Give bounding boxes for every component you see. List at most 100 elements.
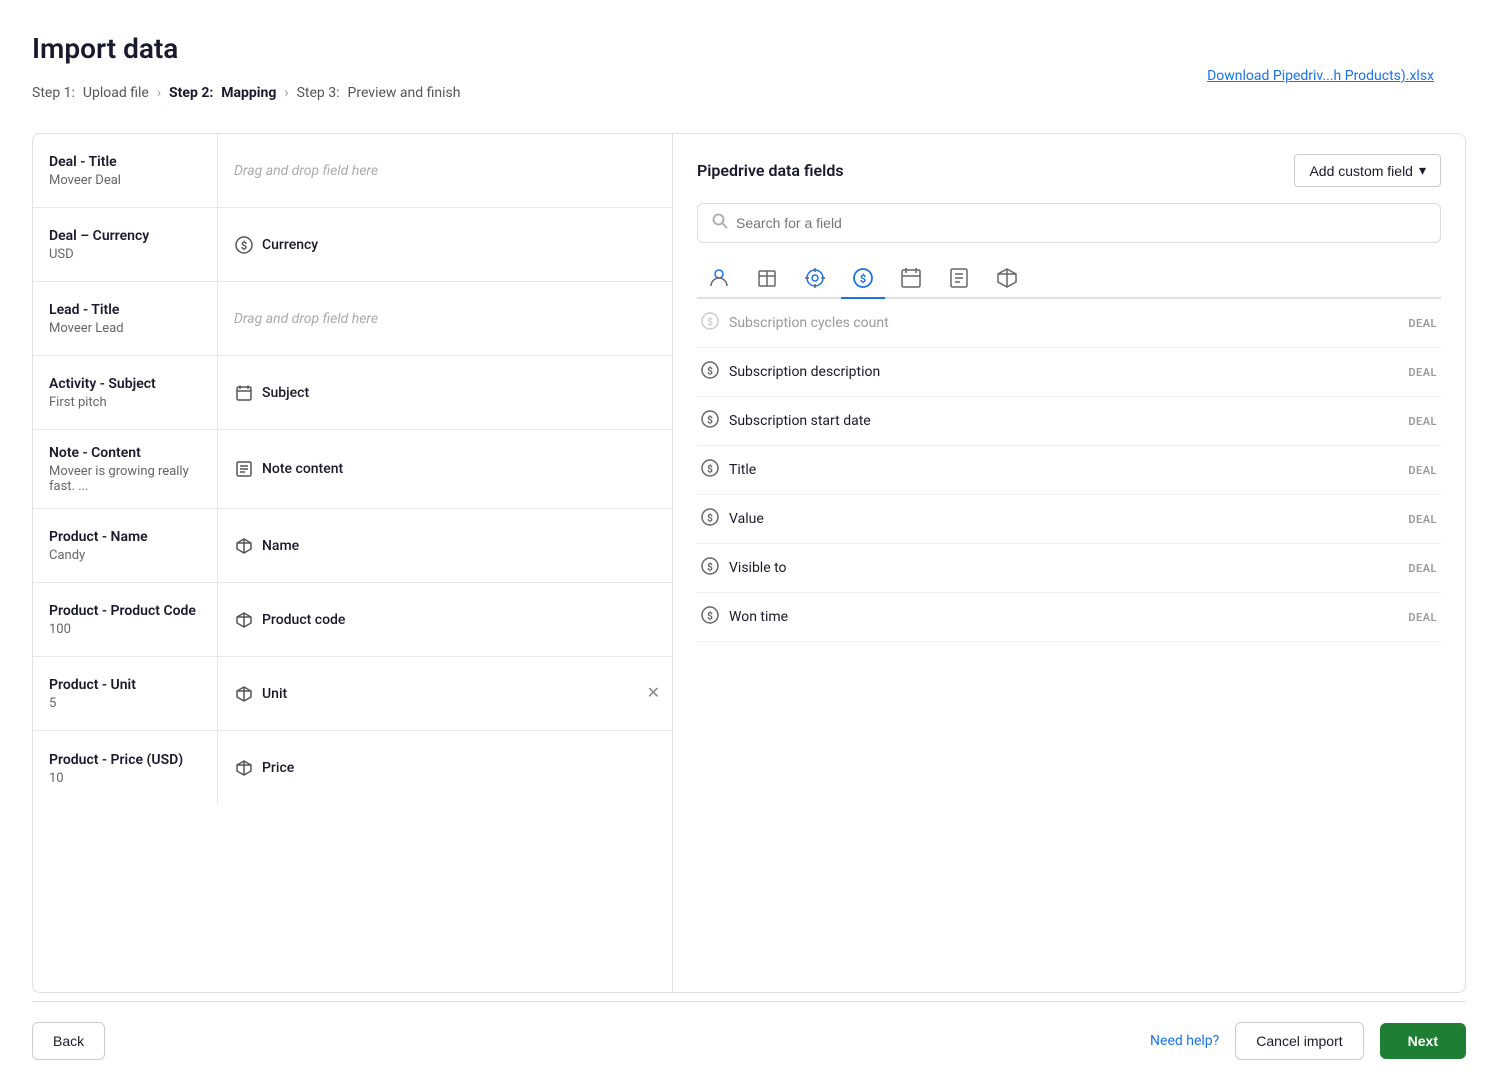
target-col[interactable]: Drag and drop field here: [218, 282, 672, 355]
source-value: USD: [49, 247, 201, 262]
source-value: Moveer Lead: [49, 321, 201, 336]
tab-person[interactable]: [697, 259, 741, 299]
need-help-link[interactable]: Need help?: [1150, 1033, 1219, 1049]
svg-text:$: $: [707, 463, 713, 476]
field-mapped: Name: [234, 536, 299, 556]
note-icon: [234, 459, 254, 479]
field-name: Value: [729, 511, 764, 527]
box-icon: [234, 758, 254, 778]
field-name: Subscription cycles count: [729, 315, 889, 331]
field-item-content: $ Subscription description: [701, 361, 880, 383]
svg-text:$: $: [707, 316, 713, 329]
dollar-icon: $: [701, 312, 719, 334]
download-link[interactable]: Download Pipedriv...h Products).xlsx: [1207, 68, 1434, 84]
field-mapped: Price: [234, 758, 294, 778]
source-col: Note - Content Moveer is growing really …: [33, 430, 218, 508]
target-col[interactable]: Drag and drop field here: [218, 134, 672, 207]
breadcrumb-step3-name: Preview and finish: [348, 85, 461, 101]
list-item[interactable]: $ Visible to DEAL: [697, 544, 1441, 593]
breadcrumb: Step 1: Upload file › Step 2: Mapping › …: [32, 85, 1466, 101]
field-tag: DEAL: [1408, 366, 1437, 379]
list-item[interactable]: $ Won time DEAL: [697, 593, 1441, 642]
table-row: Product - Name Candy Name: [33, 509, 672, 583]
table-row: Product - Price (USD) 10 Price: [33, 731, 672, 805]
list-item[interactable]: $ Subscription start date DEAL: [697, 397, 1441, 446]
fields-list: $ Subscription cycles count DEAL $: [697, 299, 1441, 972]
source-col: Lead - Title Moveer Lead: [33, 282, 218, 355]
target-col: Product code: [218, 583, 672, 656]
svg-text:$: $: [707, 414, 713, 427]
field-name: Subject: [262, 385, 309, 401]
source-title: Product - Price (USD): [49, 751, 201, 769]
target-col: $ Currency: [218, 208, 672, 281]
breadcrumb-step3-label: Step 3:: [297, 85, 340, 101]
field-tag: DEAL: [1408, 513, 1437, 526]
source-col: Deal – Currency USD: [33, 208, 218, 281]
field-name: Note content: [262, 461, 343, 477]
source-title: Product - Product Code: [49, 602, 201, 620]
field-tag: DEAL: [1408, 611, 1437, 624]
source-value: 100: [49, 622, 201, 637]
field-name: Price: [262, 760, 294, 776]
source-title: Deal – Currency: [49, 227, 201, 245]
tab-box[interactable]: [985, 259, 1029, 299]
field-mapped: Unit: [234, 684, 287, 704]
search-input[interactable]: [736, 215, 1426, 231]
list-item[interactable]: $ Subscription cycles count DEAL: [697, 299, 1441, 348]
footer: Back Need help? Cancel import Next: [32, 1001, 1466, 1080]
field-tag: DEAL: [1408, 317, 1437, 330]
field-name: Unit: [262, 686, 287, 702]
svg-text:$: $: [707, 512, 713, 525]
table-row: Product - Unit 5 Unit: [33, 657, 672, 731]
calendar-icon: [234, 383, 254, 403]
field-mapped: Subject: [234, 383, 309, 403]
tab-building[interactable]: [745, 259, 789, 299]
tab-note[interactable]: [937, 259, 981, 299]
dollar-icon: $: [701, 410, 719, 432]
back-button[interactable]: Back: [32, 1022, 105, 1060]
field-item-content: $ Won time: [701, 606, 788, 628]
target-col: Note content: [218, 430, 672, 508]
drag-placeholder: Drag and drop field here: [234, 163, 378, 179]
dollar-icon: $: [701, 606, 719, 628]
breadcrumb-step2-label: Step 2:: [169, 85, 213, 101]
breadcrumb-sep2: ›: [284, 85, 288, 101]
list-item[interactable]: $ Value DEAL: [697, 495, 1441, 544]
target-col: Subject: [218, 356, 672, 429]
list-item[interactable]: $ Title DEAL: [697, 446, 1441, 495]
svg-text:$: $: [707, 365, 713, 378]
field-tag: DEAL: [1408, 562, 1437, 575]
source-value: 5: [49, 696, 201, 711]
add-custom-field-button[interactable]: Add custom field ▾: [1294, 154, 1441, 187]
source-title: Product - Unit: [49, 676, 201, 694]
svg-text:$: $: [241, 239, 247, 252]
source-col: Deal - Title Moveer Deal: [33, 134, 218, 207]
breadcrumb-step1-name: Upload file: [83, 85, 149, 101]
field-item-content: $ Subscription cycles count: [701, 312, 889, 334]
svg-text:$: $: [707, 561, 713, 574]
right-header: Pipedrive data fields Add custom field ▾: [697, 154, 1441, 187]
tab-calendar[interactable]: [889, 259, 933, 299]
dollar-icon: $: [701, 508, 719, 530]
field-name: Title: [729, 462, 756, 478]
search-box[interactable]: [697, 203, 1441, 243]
target-col: Unit ✕: [218, 657, 672, 730]
field-name: Visible to: [729, 560, 787, 576]
icon-tabs: $: [697, 259, 1441, 299]
cancel-import-button[interactable]: Cancel import: [1235, 1022, 1363, 1060]
field-tag: DEAL: [1408, 415, 1437, 428]
svg-text:$: $: [860, 273, 866, 286]
remove-mapping-button[interactable]: ✕: [647, 686, 660, 702]
field-item-content: $ Value: [701, 508, 764, 530]
main-content: Deal - Title Moveer Deal Drag and drop f…: [32, 133, 1466, 993]
list-item[interactable]: $ Subscription description DEAL: [697, 348, 1441, 397]
tab-dollar[interactable]: $: [841, 259, 885, 299]
source-value: Moveer is growing really fast. ...: [49, 464, 201, 494]
next-button[interactable]: Next: [1380, 1023, 1466, 1059]
breadcrumb-step2-name: Mapping: [221, 85, 276, 101]
add-custom-field-label: Add custom field: [1309, 163, 1413, 179]
tab-target[interactable]: [793, 259, 837, 299]
search-icon: [712, 213, 728, 233]
source-title: Note - Content: [49, 444, 201, 462]
left-panel: Deal - Title Moveer Deal Drag and drop f…: [33, 134, 673, 992]
